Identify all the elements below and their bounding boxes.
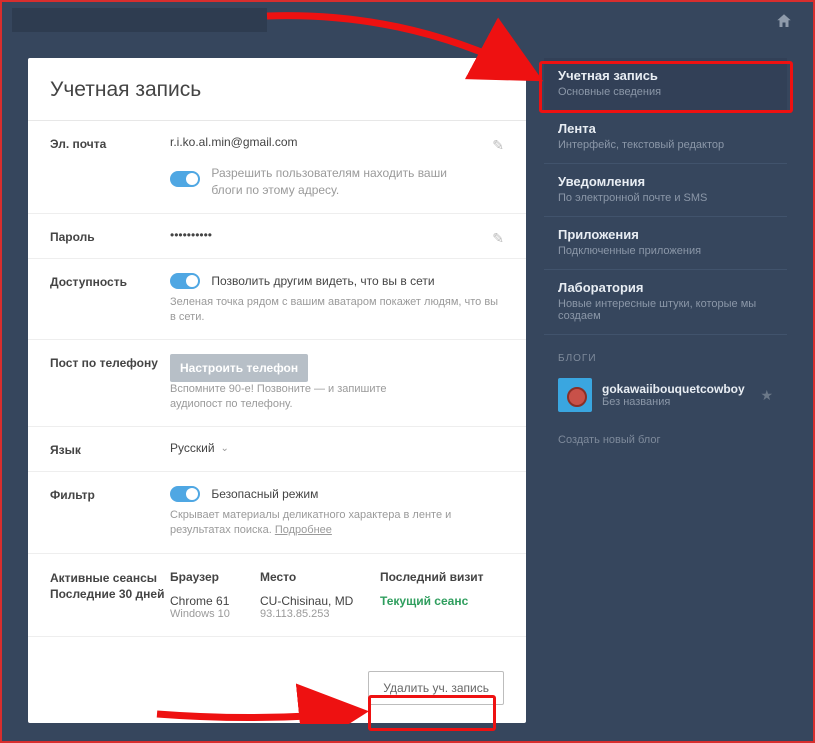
row-sessions: Активные сеансы Последние 30 дней Браузе… — [28, 554, 526, 637]
nav-title: Учетная запись — [558, 68, 773, 83]
availability-hint: Зеленая точка рядом с вашим аватаром пок… — [170, 295, 504, 326]
filter-label: Фильтр — [50, 486, 170, 539]
page-title: Учетная запись — [50, 78, 504, 102]
nav-labs[interactable]: Лаборатория Новые интересные штуки, кото… — [544, 270, 787, 335]
topbar-left-region — [12, 8, 267, 32]
settings-card: Учетная запись Эл. почта r.i.ko.al.min@g… — [28, 58, 526, 723]
nav-sub: Подключенные приложения — [558, 245, 773, 257]
nav-sub: Новые интересные штуки, которые мы созда… — [558, 298, 773, 322]
setup-phone-button[interactable]: Настроить телефон — [170, 354, 308, 382]
chevron-down-icon: ⌄ — [221, 443, 229, 454]
nav-title: Лента — [558, 121, 773, 136]
nav-title: Приложения — [558, 227, 773, 242]
phone-label: Пост по телефону — [50, 354, 170, 412]
password-label: Пароль — [50, 228, 170, 244]
phone-hint: Вспомните 90-е! Позвоните — и запишите а… — [170, 382, 400, 412]
nav-notifications[interactable]: Уведомления По электронной почте и SMS — [544, 164, 787, 217]
nav-title: Уведомления — [558, 174, 773, 189]
filter-more-link[interactable]: Подробнее — [275, 524, 332, 536]
filter-toggle-text: Безопасный режим — [211, 487, 318, 501]
row-language: Язык Русский ⌄ — [28, 427, 526, 472]
session-browser: Chrome 61 — [170, 594, 260, 608]
language-value: Русский — [170, 441, 215, 455]
language-select[interactable]: Русский ⌄ — [170, 441, 229, 455]
sessions-label: Активные сеансы Последние 30 дней — [50, 570, 170, 620]
language-label: Язык — [50, 441, 170, 457]
email-toggle-text: Разрешить пользователям находить ваши бл… — [211, 165, 471, 199]
email-value: r.i.ko.al.min@gmail.com — [170, 135, 504, 149]
row-email: Эл. почта r.i.ko.al.min@gmail.com ✎ Разр… — [28, 121, 526, 214]
filter-hint: Скрывает материалы деликатного характера… — [170, 508, 504, 539]
nav-sub: Интерфейс, текстовый редактор — [558, 139, 773, 151]
row-availability: Доступность Позволить другим видеть, что… — [28, 259, 526, 341]
session-location: CU-Chisinau, MD — [260, 594, 380, 608]
session-row: Chrome 61 Windows 10 CU-Chisinau, MD 93.… — [170, 594, 504, 620]
email-discover-toggle[interactable] — [170, 171, 200, 187]
row-password: Пароль •••••••••• ✎ — [28, 214, 526, 259]
password-value: •••••••••• — [170, 228, 504, 242]
session-ip: 93.113.85.253 — [260, 608, 380, 620]
session-last: Текущий сеанс — [380, 594, 504, 620]
row-filter: Фильтр Безопасный режим Скрывает материа… — [28, 472, 526, 554]
availability-toggle[interactable] — [170, 273, 200, 289]
blog-avatar — [558, 378, 592, 412]
settings-sidebar: Учетная запись Основные сведения Лента И… — [544, 58, 787, 719]
delete-account-button[interactable]: Удалить уч. запись — [368, 671, 504, 705]
nav-feed[interactable]: Лента Интерфейс, текстовый редактор — [544, 111, 787, 164]
nav-title: Лаборатория — [558, 280, 773, 295]
star-icon[interactable]: ★ — [760, 387, 773, 404]
blog-item[interactable]: gokawaiibouquetcowboy Без названия ★ — [544, 372, 787, 422]
availability-toggle-text: Позволить другим видеть, что вы в сети — [211, 274, 434, 288]
edit-icon[interactable]: ✎ — [492, 137, 504, 154]
nav-apps[interactable]: Приложения Подключенные приложения — [544, 217, 787, 270]
row-phone: Пост по телефону Настроить телефон Вспом… — [28, 340, 526, 427]
home-icon[interactable] — [775, 12, 793, 35]
session-os: Windows 10 — [170, 608, 260, 620]
col-browser: Браузер — [170, 570, 260, 584]
col-location: Место — [260, 570, 380, 584]
col-last: Последний визит — [380, 570, 504, 584]
nav-sub: Основные сведения — [558, 86, 773, 98]
blogs-section-label: БЛОГИ — [544, 335, 787, 372]
edit-icon[interactable]: ✎ — [492, 230, 504, 247]
create-blog-link[interactable]: Создать новый блог — [544, 422, 787, 458]
blog-name: gokawaiibouquetcowboy — [602, 382, 750, 396]
email-label: Эл. почта — [50, 135, 170, 199]
nav-sub: По электронной почте и SMS — [558, 192, 773, 204]
nav-account[interactable]: Учетная запись Основные сведения — [544, 58, 787, 111]
availability-label: Доступность — [50, 273, 170, 326]
blog-sub: Без названия — [602, 396, 750, 408]
safe-mode-toggle[interactable] — [170, 486, 200, 502]
